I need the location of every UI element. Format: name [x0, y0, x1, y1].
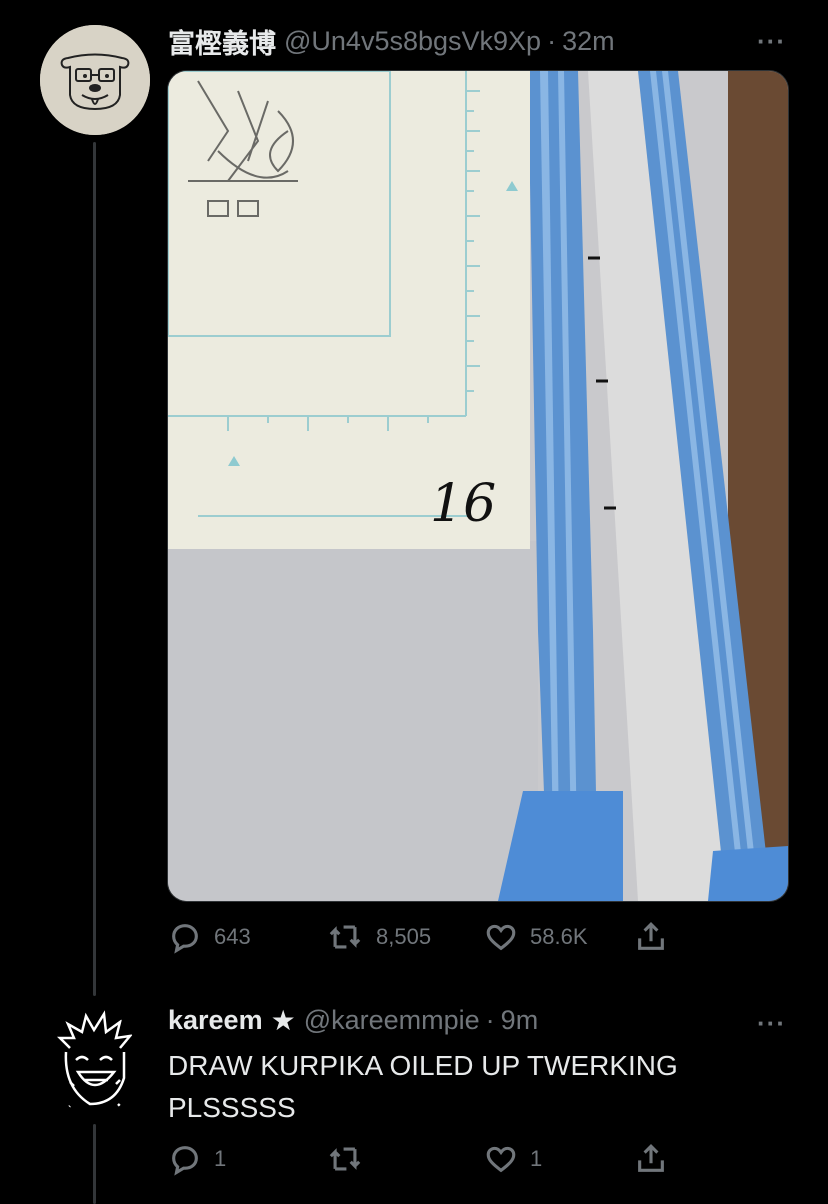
- photo-handwritten-label: 16: [430, 474, 496, 534]
- share-icon: [638, 922, 664, 950]
- reply-avatar[interactable]: [50, 1008, 138, 1116]
- more-options-icon[interactable]: ···: [757, 26, 786, 57]
- reply-author-handle[interactable]: @kareemmpie: [304, 1005, 480, 1036]
- timestamp[interactable]: 32m: [562, 26, 615, 57]
- avatar[interactable]: [40, 25, 150, 135]
- tweet-photo[interactable]: 16: [167, 70, 789, 902]
- like-button[interactable]: 1: [484, 1142, 634, 1176]
- retweet-button[interactable]: [326, 1142, 484, 1176]
- reply-icon: [172, 1146, 198, 1176]
- share-icon: [638, 1144, 664, 1172]
- reply-reply-count: 1: [214, 1146, 227, 1171]
- reply-button[interactable]: 1: [168, 1142, 326, 1176]
- reply-actions: 1 1: [168, 1142, 668, 1176]
- reply-button[interactable]: 643: [168, 920, 326, 954]
- retweet-icon: [329, 925, 361, 949]
- heart-icon: [486, 1146, 516, 1173]
- tweet-actions: 643 8,505 58.6K: [168, 920, 668, 954]
- tweet-header: 富樫義博 @Un4v5s8bgsVk9Xp · 32m: [168, 22, 615, 61]
- star-icon: ★: [270, 1005, 296, 1036]
- retweet-button[interactable]: 8,505: [326, 920, 484, 954]
- reply-count: 643: [214, 924, 251, 949]
- separator: ·: [485, 1005, 495, 1035]
- thread-line: [93, 142, 96, 996]
- author-handle[interactable]: @Un4v5s8bgsVk9Xp: [284, 26, 541, 57]
- reply-author-name[interactable]: kareem: [168, 1005, 263, 1036]
- photo-image: 16: [168, 71, 788, 901]
- reply-timestamp[interactable]: 9m: [501, 1005, 539, 1036]
- reply-like-count: 1: [530, 1146, 543, 1171]
- share-button[interactable]: [634, 920, 668, 954]
- like-button[interactable]: 58.6K: [484, 920, 634, 954]
- retweet-icon: [329, 1147, 361, 1171]
- separator: ·: [547, 26, 557, 56]
- reply-text: DRAW KURPIKA OILED UP TWERKING PLSSSSS: [168, 1050, 678, 1123]
- share-button[interactable]: [634, 1142, 668, 1176]
- reply-icon: [172, 924, 198, 954]
- thread-line: [93, 1124, 96, 1204]
- reply-header: kareem ★ @kareemmpie · 9m: [168, 1004, 538, 1037]
- dog-face-avatar-icon: [40, 25, 150, 135]
- author-name[interactable]: 富樫義博: [168, 22, 276, 61]
- like-count: 58.6K: [530, 924, 588, 949]
- reply-more-options-icon[interactable]: ···: [757, 1008, 786, 1039]
- cartoon-face-avatar-icon: [56, 1010, 134, 1115]
- retweet-count: 8,505: [376, 924, 432, 949]
- heart-icon: [486, 924, 516, 951]
